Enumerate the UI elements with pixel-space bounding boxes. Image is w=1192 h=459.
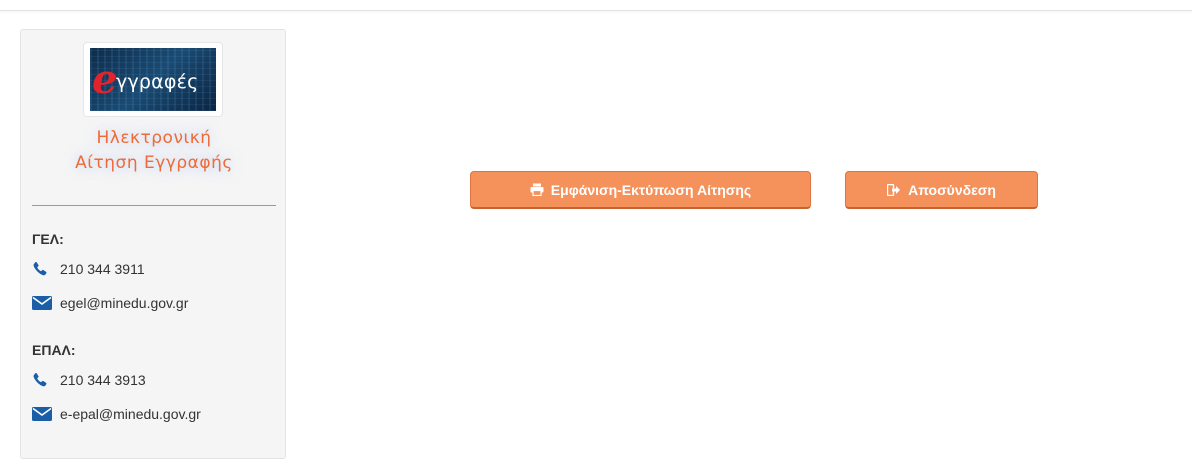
print-application-label: Εμφάνιση-Εκτύπωση Αίτησης (550, 181, 752, 198)
envelope-icon (32, 406, 52, 422)
logout-button[interactable]: Αποσύνδεση (845, 171, 1038, 209)
printer-icon (530, 183, 544, 196)
sign-out-icon (887, 183, 901, 196)
logo-e-letter: e (92, 56, 118, 103)
sidebar: e γγραφές Ηλεκτρονική Αίτηση Εγγραφής ΓΕ… (20, 29, 286, 459)
epal-phone-row: 210 344 3913 (32, 370, 146, 390)
epal-phone: 210 344 3913 (60, 372, 146, 388)
phone-icon (32, 261, 52, 277)
app-title: Ηλεκτρονική Αίτηση Εγγραφής (21, 126, 287, 176)
app-title-line1: Ηλεκτρονική (96, 128, 212, 148)
print-application-button[interactable]: Εμφάνιση-Εκτύπωση Αίτησης (470, 171, 811, 209)
envelope-icon (32, 295, 52, 311)
logout-label: Αποσύνδεση (908, 181, 996, 198)
sidebar-divider (32, 205, 276, 206)
gel-email-row: egel@minedu.gov.gr (32, 293, 188, 313)
epal-email[interactable]: e-epal@minedu.gov.gr (60, 406, 201, 422)
top-divider (0, 10, 1192, 11)
epal-email-row: e-epal@minedu.gov.gr (32, 404, 201, 424)
epal-heading: ΕΠΑΛ: (32, 342, 76, 358)
gel-heading: ΓΕΛ: (32, 231, 64, 247)
gel-phone: 210 344 3911 (60, 261, 145, 277)
egrafes-logo: e γγραφές (90, 48, 216, 111)
gel-phone-row: 210 344 3911 (32, 259, 145, 279)
logo-frame: e γγραφές (83, 42, 223, 117)
phone-icon (32, 372, 52, 388)
logo-wordmark: γγραφές (116, 71, 199, 93)
gel-email[interactable]: egel@minedu.gov.gr (60, 295, 188, 311)
app-title-line2: Αίτηση Εγγραφής (75, 153, 233, 173)
